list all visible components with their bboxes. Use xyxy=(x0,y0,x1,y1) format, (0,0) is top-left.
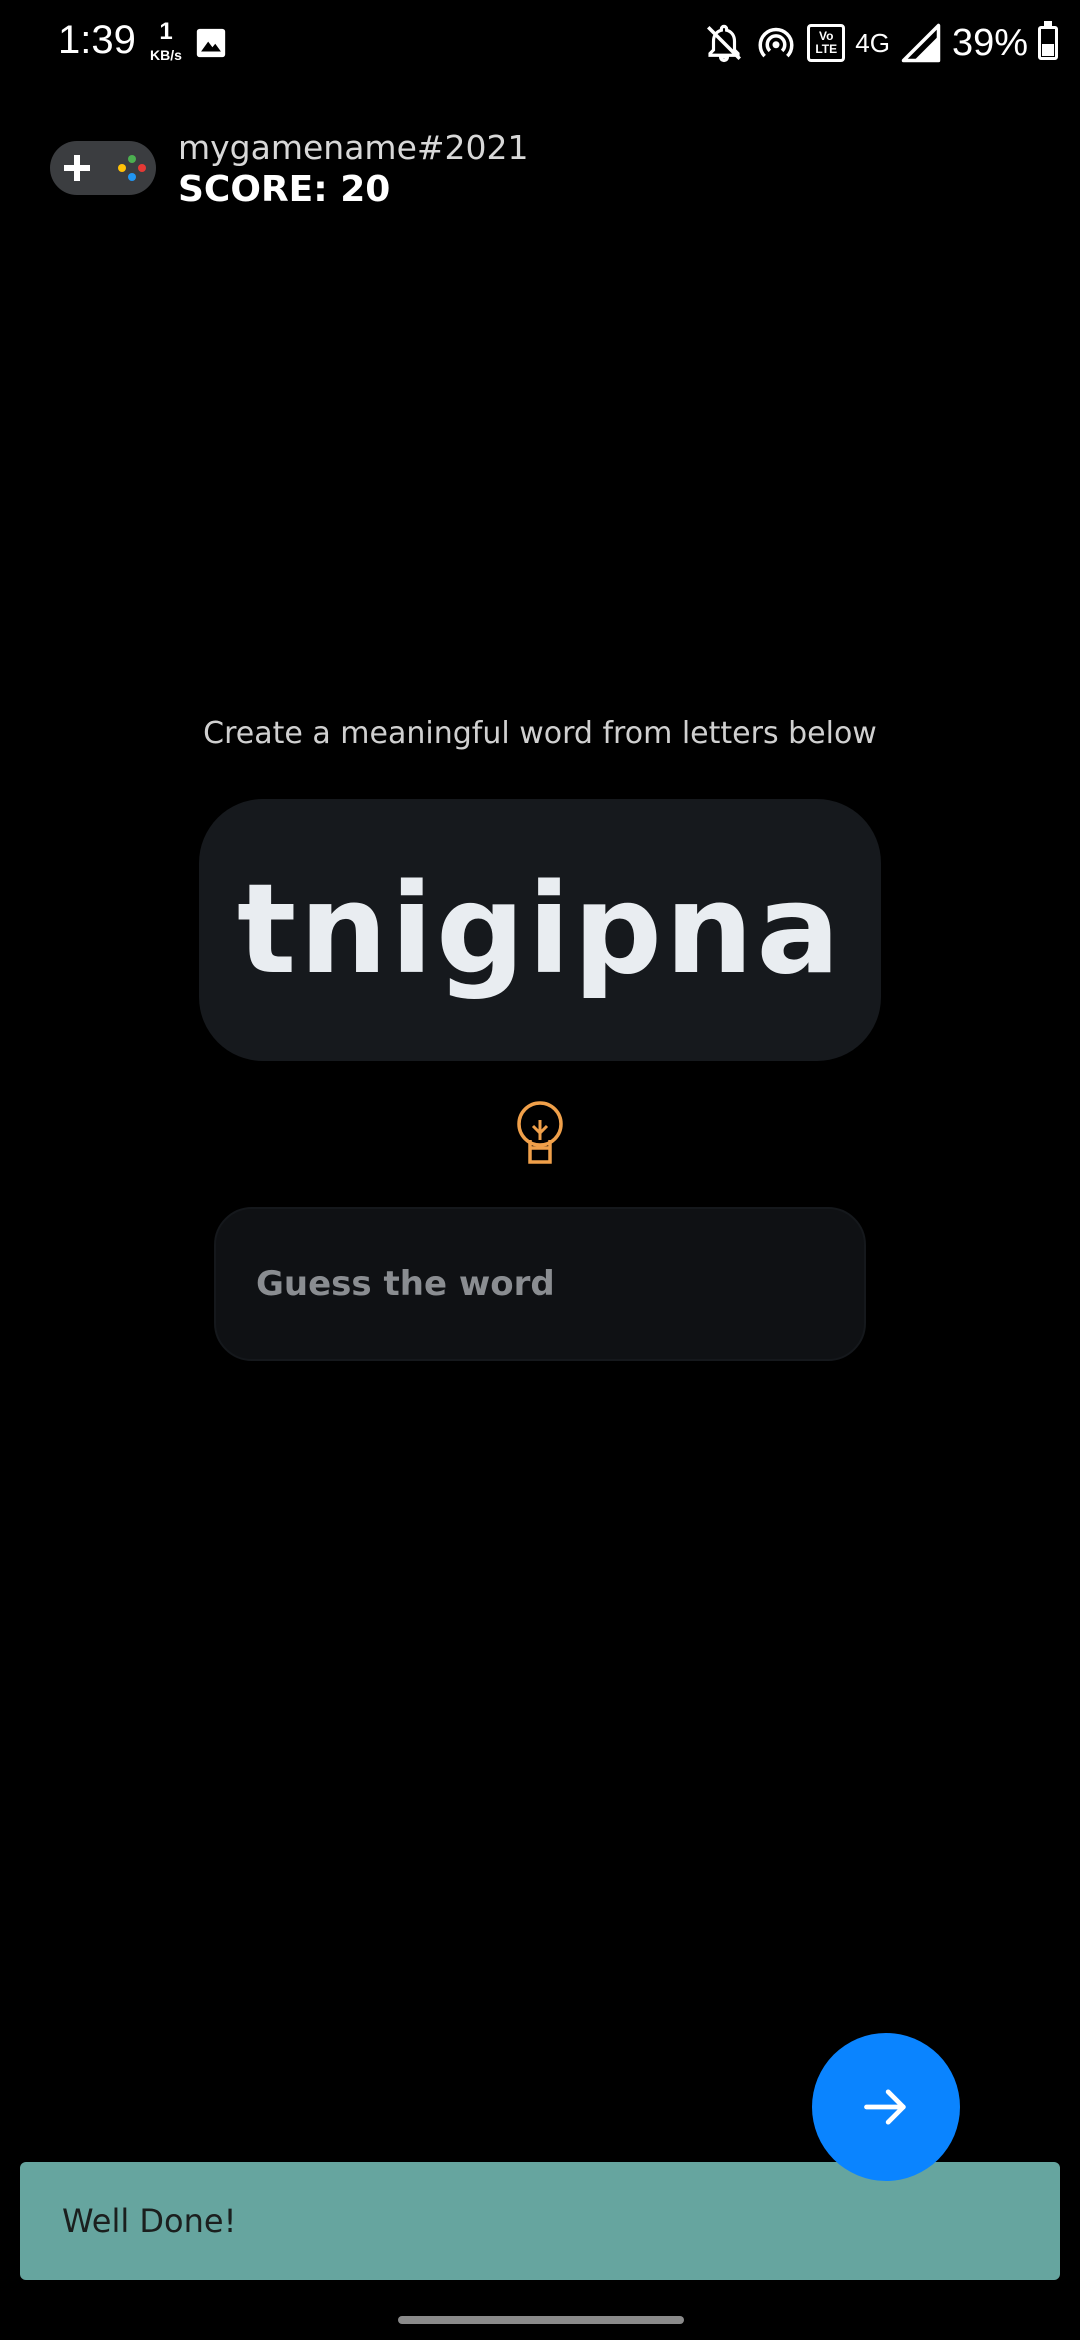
network-speed: 1 KB/s xyxy=(146,18,186,63)
next-button[interactable] xyxy=(812,2033,960,2181)
scrambled-word-card: tnigipna xyxy=(199,799,881,1061)
score-label: SCORE: 20 xyxy=(178,169,391,210)
battery-charging-icon xyxy=(1038,21,1058,60)
signal-icon xyxy=(901,23,941,63)
network-speed-value: 1 xyxy=(159,18,173,45)
hotspot-icon xyxy=(758,27,794,58)
snackbar-message: Well Done! xyxy=(62,2202,237,2240)
volte-line2: LTE xyxy=(815,42,838,56)
volte-icon: Vo LTE xyxy=(807,24,846,62)
instruction-text: Create a meaningful word from letters be… xyxy=(203,716,877,751)
status-time: 1:39 xyxy=(58,18,136,62)
network-speed-unit: KB/s xyxy=(150,47,182,63)
player-name: mygamename#2021 xyxy=(178,128,529,167)
home-indicator[interactable] xyxy=(398,2316,684,2324)
guess-input[interactable] xyxy=(214,1207,866,1361)
snackbar: Well Done! xyxy=(20,2162,1060,2280)
lightbulb-icon[interactable] xyxy=(514,1100,566,1168)
status-icons: Vo LTE 4G 39% xyxy=(703,18,1058,68)
header-text: mygamename#2021 SCORE: 20 xyxy=(178,128,529,212)
arrow-right-icon xyxy=(864,2089,906,2125)
volte-line1: Vo xyxy=(819,29,834,43)
battery-percent: 39% xyxy=(951,21,1028,64)
scrambled-word: tnigipna xyxy=(236,858,844,1002)
network-type: 4G xyxy=(855,27,890,58)
bell-off-icon xyxy=(707,24,742,63)
game-header: mygamename#2021 SCORE: 20 xyxy=(50,128,529,210)
gamepad-icon xyxy=(50,141,156,195)
status-bar: 1:39 1 KB/s Vo LTE 4G 39% xyxy=(0,0,1080,90)
gallery-icon xyxy=(196,28,226,58)
